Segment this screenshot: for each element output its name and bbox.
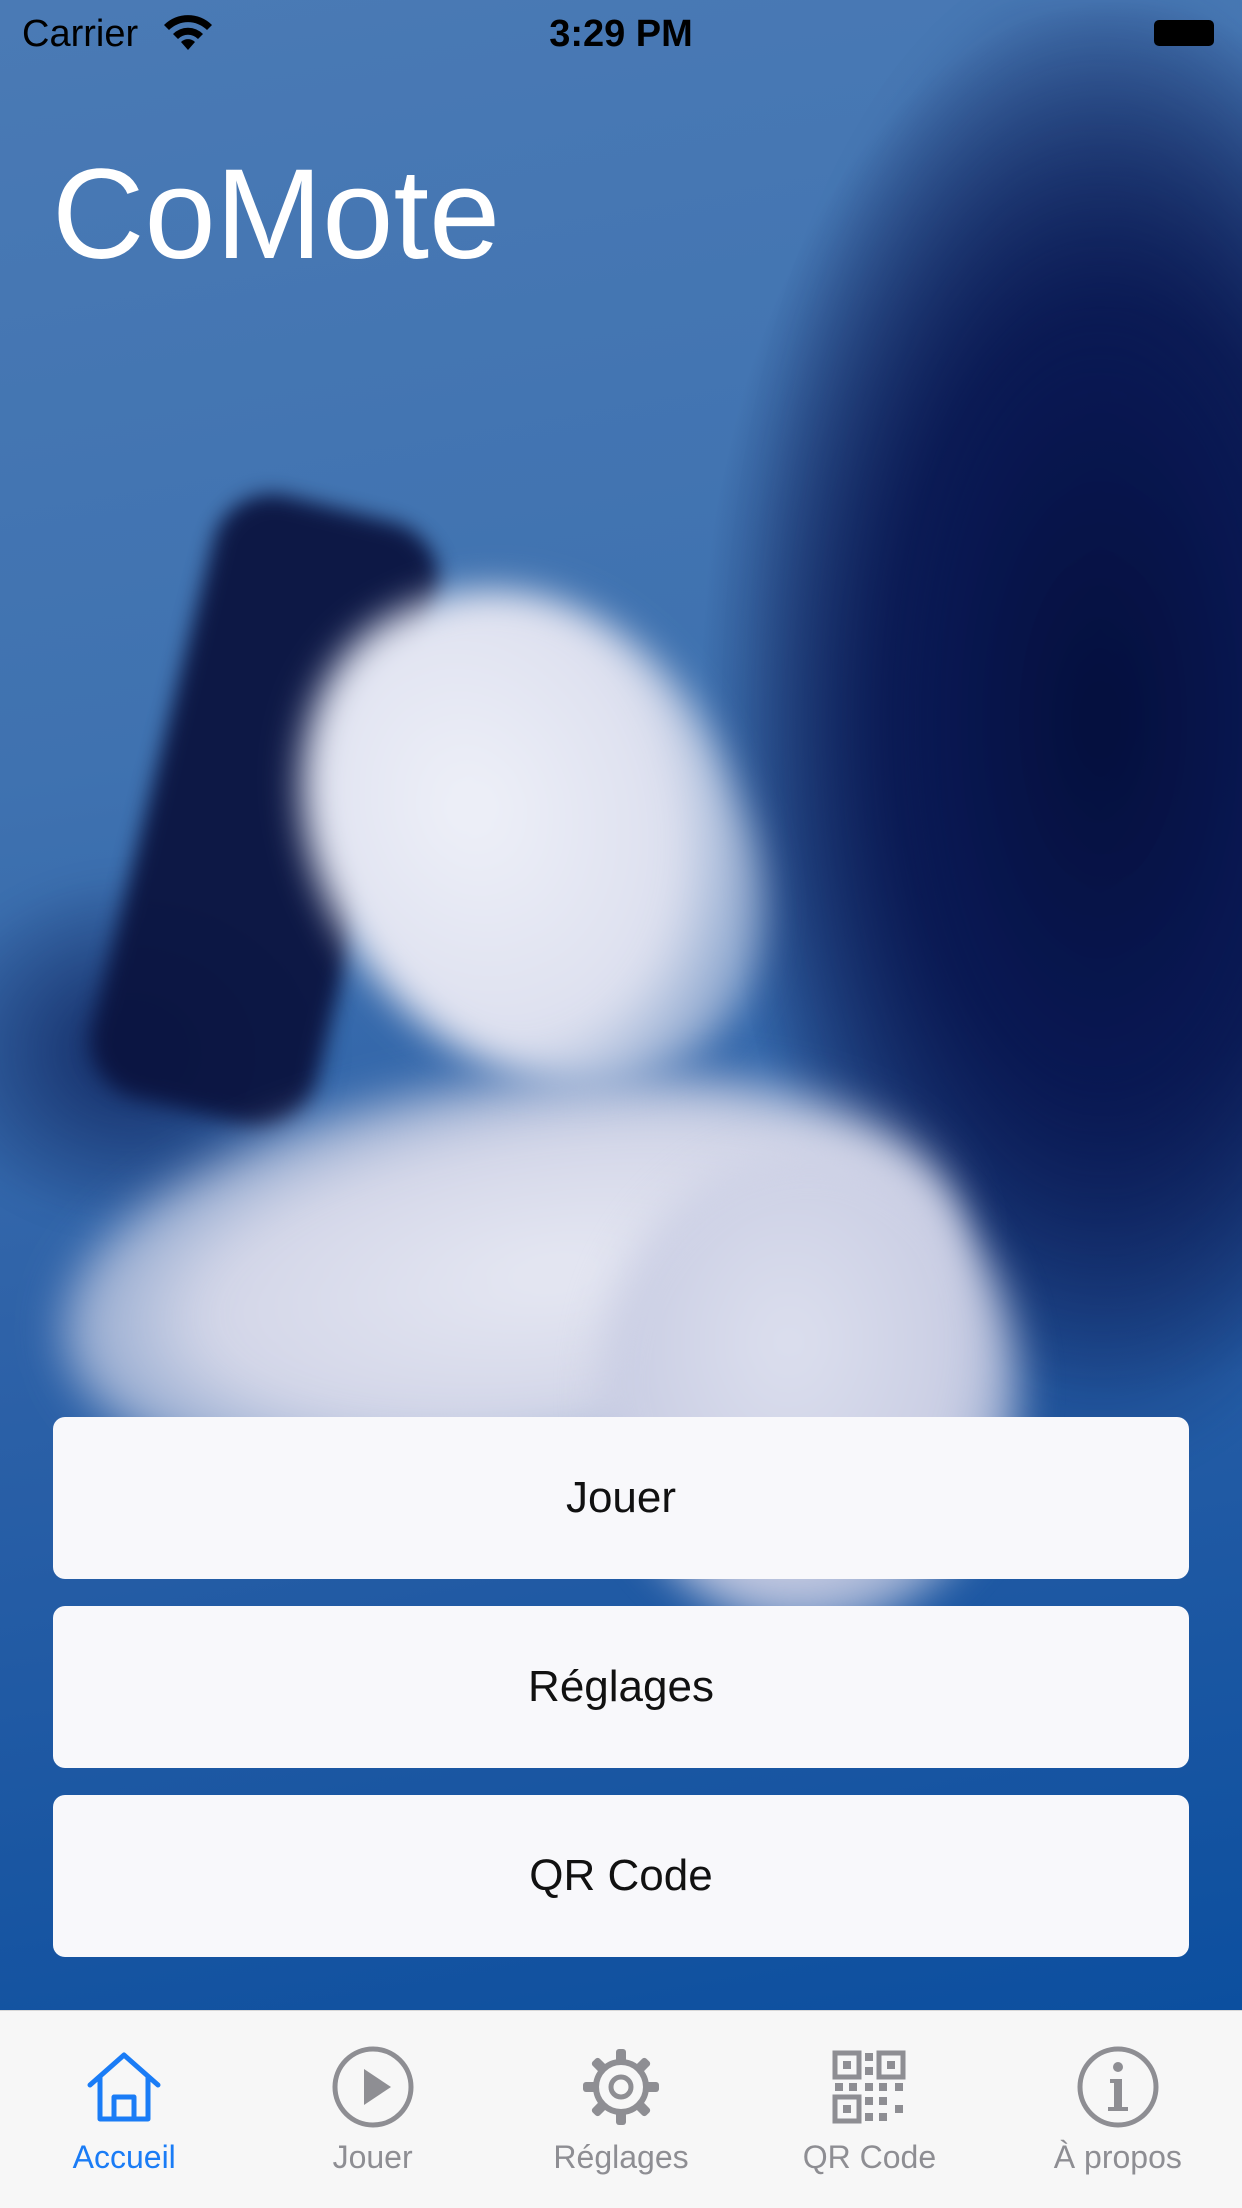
settings-button[interactable]: Réglages: [53, 1606, 1189, 1768]
house-icon: [87, 2052, 161, 2122]
qr-code-icon: [832, 2050, 906, 2124]
tab-about[interactable]: À propos: [994, 2011, 1242, 2208]
tab-qr-code[interactable]: QR Code: [745, 2011, 993, 2208]
qr-code-button-label: QR Code: [529, 1851, 713, 1900]
tab-bar: Accueil Jouer Réglages QR Code À propos: [0, 2010, 1242, 2208]
settings-button-label: Réglages: [528, 1662, 714, 1711]
tab-qr-code-label: QR Code: [802, 2139, 937, 2175]
app-title: CoMote: [52, 143, 501, 286]
play-circle-icon: [332, 2046, 414, 2128]
clock: 3:29 PM: [549, 13, 693, 55]
tab-home-label: Accueil: [72, 2139, 176, 2175]
home-screen: Carrier 3:29 PM CoMote Jouer Réglages QR…: [0, 0, 1242, 2208]
play-button[interactable]: Jouer: [53, 1417, 1189, 1579]
gear-icon: [583, 2049, 660, 2125]
play-button-label: Jouer: [565, 1473, 677, 1522]
tab-play-label: Jouer: [332, 2139, 413, 2175]
tab-settings-label: Réglages: [553, 2139, 689, 2175]
tab-play[interactable]: Jouer: [248, 2011, 496, 2208]
qr-code-button[interactable]: QR Code: [53, 1795, 1189, 1957]
tab-settings[interactable]: Réglages: [497, 2011, 745, 2208]
info-icon: [1077, 2046, 1159, 2128]
status-bar: Carrier 3:29 PM: [0, 0, 1242, 66]
tab-home[interactable]: Accueil: [0, 2011, 248, 2208]
battery-icon: [1154, 20, 1214, 46]
tab-about-label: À propos: [1053, 2139, 1182, 2175]
